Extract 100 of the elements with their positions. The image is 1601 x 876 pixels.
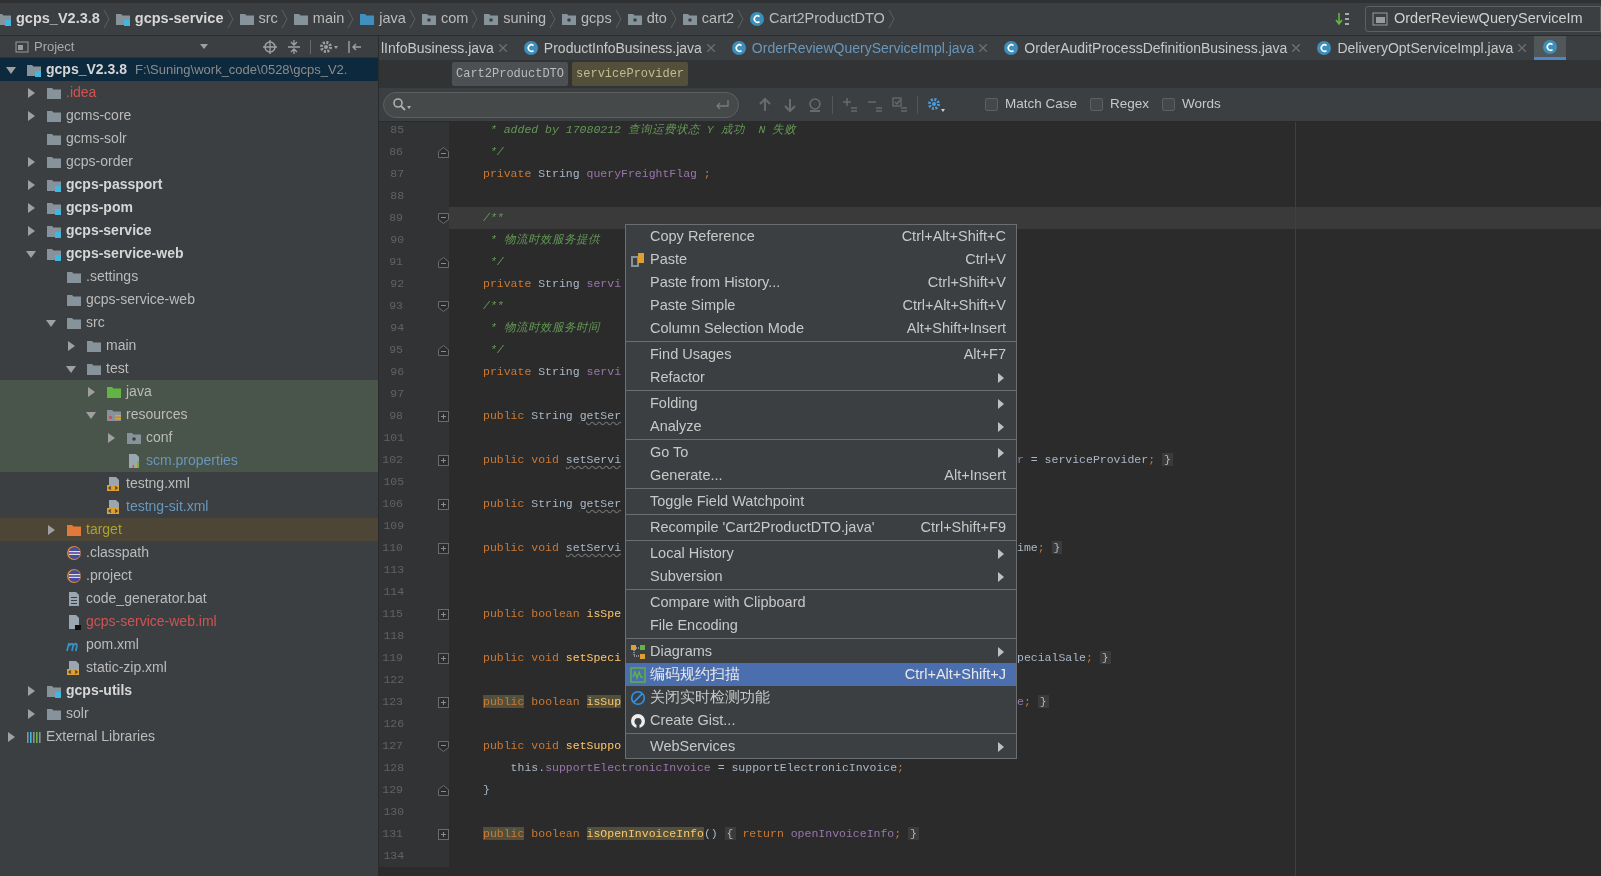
menu-item[interactable]: 编码规约扫描 Ctrl+Alt+Shift+J [626, 663, 1016, 686]
breadcrumb-item[interactable]: Cart2ProductDTO [769, 8, 885, 30]
collapsed-arrow-icon[interactable] [46, 524, 56, 535]
collapsed-arrow-icon[interactable] [26, 225, 36, 236]
menu-item[interactable]: Find Usages Alt+F7 [626, 343, 1016, 366]
checkbox[interactable] [985, 98, 998, 111]
collapsed-arrow-icon[interactable] [26, 87, 36, 98]
menu-item[interactable]: Go To [626, 441, 1016, 464]
checkbox-label[interactable]: Words [1182, 94, 1221, 115]
menu-item[interactable]: Refactor [626, 366, 1016, 389]
crosshair-icon[interactable] [262, 38, 279, 55]
tree-item-label[interactable]: gcps-pom [66, 197, 133, 218]
expanded-arrow-icon[interactable] [6, 64, 16, 75]
dropdown-caret-icon[interactable] [200, 44, 209, 49]
collapse-fold-icon[interactable] [438, 784, 449, 796]
menu-item[interactable]: Toggle Field Watchpoint [626, 490, 1016, 513]
settings-icon[interactable] [927, 96, 947, 113]
close-icon[interactable] [979, 44, 988, 52]
breadcrumb-item[interactable]: gcps_V2.3.8 [16, 8, 100, 30]
navigation-field[interactable]: OrderReviewQueryServiceIm [1365, 6, 1601, 32]
menu-item[interactable]: Create Gist... [626, 709, 1016, 732]
expand-fold-icon[interactable] [438, 608, 449, 620]
settings-icon[interactable] [319, 38, 340, 55]
breadcrumb-item[interactable]: java [379, 8, 406, 30]
close-icon[interactable] [1518, 44, 1527, 52]
tree-item-label[interactable]: gcms-solr [66, 128, 127, 149]
tree-item-label[interactable]: testng.xml [126, 473, 190, 494]
menu-item[interactable]: Paste Ctrl+V [626, 248, 1016, 271]
breadcrumb-item[interactable]: gcps-service [134, 8, 224, 30]
editor-tab[interactable]: OrderReviewQueryServiceImpl.java [722, 36, 996, 60]
tree-item-label[interactable]: java [126, 381, 152, 402]
tree-row-highlight[interactable]: gcps_V2.3.8 F:\Suning\work_code\0528\gcps_V2. [0, 58, 378, 81]
tree-item-label[interactable]: target [86, 519, 122, 540]
close-icon[interactable] [1292, 44, 1301, 52]
expand-fold-icon[interactable] [438, 454, 449, 466]
window-icon[interactable] [1372, 11, 1388, 27]
collapsed-arrow-icon[interactable] [6, 731, 16, 742]
breadcrumb-item[interactable]: com [440, 8, 469, 30]
menu-item[interactable]: Paste from History... Ctrl+Shift+V [626, 271, 1016, 294]
search-field[interactable] [383, 91, 739, 118]
editor-tab[interactable] [1534, 36, 1567, 60]
collapsed-arrow-icon[interactable] [106, 432, 116, 443]
tree-item-label[interactable]: gcps-utils [66, 680, 133, 701]
expand-fold-icon[interactable] [438, 498, 449, 510]
tree-item-label[interactable]: .classpath [86, 542, 150, 563]
collapse-fold-icon[interactable] [438, 256, 449, 268]
tree-item-label[interactable]: gcps-passport [66, 174, 163, 195]
breadcrumb-chip[interactable]: serviceProvider [572, 62, 689, 86]
editor-tab[interactable]: ProductInfoBusiness.java [514, 36, 723, 60]
tree-item-label[interactable]: gcps-order [66, 151, 133, 172]
close-icon[interactable] [498, 44, 507, 52]
expand-fold-icon[interactable] [438, 696, 449, 708]
menu-item[interactable]: Local History [626, 542, 1016, 565]
tree-item-label[interactable]: pom.xml [86, 634, 139, 655]
collapse-fold-icon[interactable] [438, 146, 449, 158]
expanded-arrow-icon[interactable] [46, 317, 56, 328]
tree-item-label[interactable]: testng-sit.xml [126, 496, 209, 517]
breadcrumb-chip[interactable]: Cart2ProductDTO [452, 62, 569, 86]
checkbox[interactable] [1162, 98, 1176, 111]
project-icon[interactable] [14, 38, 30, 55]
menu-item[interactable]: Generate... Alt+Insert [626, 464, 1016, 487]
tree-item-label[interactable]: External Libraries [46, 726, 155, 747]
hide-panel-icon[interactable] [347, 38, 364, 55]
tree-item-label[interactable]: conf [146, 427, 173, 448]
menu-item[interactable]: Analyze [626, 415, 1016, 438]
search-icon[interactable] [392, 96, 412, 113]
collapse-fold-icon[interactable] [438, 344, 449, 356]
menu-item[interactable]: Diagrams [626, 640, 1016, 663]
collapsed-arrow-icon[interactable] [26, 708, 36, 719]
close-icon[interactable] [706, 44, 715, 52]
tree-item-label[interactable]: code_generator.bat [86, 588, 207, 609]
checkbox[interactable] [1090, 98, 1104, 111]
breadcrumb-item[interactable]: main [312, 8, 345, 30]
collapsed-arrow-icon[interactable] [66, 340, 76, 351]
checkbox-label[interactable]: Regex [1110, 94, 1150, 115]
tree-row-highlight[interactable]: target [0, 518, 378, 541]
expand-fold-icon[interactable] [438, 542, 449, 554]
collapsed-arrow-icon[interactable] [26, 685, 36, 696]
collapse-all-icon[interactable] [286, 38, 303, 55]
tree-row-highlight[interactable]: java [0, 380, 378, 403]
breadcrumb-item[interactable]: gcps [581, 8, 612, 30]
tree-item-label[interactable]: resources [126, 404, 188, 425]
menu-item[interactable]: Recompile 'Cart2ProductDTO.java' Ctrl+Shift+F9 [626, 516, 1016, 539]
collapsed-arrow-icon[interactable] [86, 386, 96, 397]
editor-tab[interactable]: lInfoBusiness.java [379, 36, 515, 60]
checkbox-label[interactable]: Match Case [1005, 94, 1078, 115]
tree-item-label[interactable]: gcps_V2.3.8 [46, 59, 127, 80]
menu-item[interactable]: Folding [626, 392, 1016, 415]
panel-title[interactable]: Project [34, 36, 75, 57]
collapsed-arrow-icon[interactable] [26, 110, 36, 121]
collapse-fold-icon[interactable] [438, 300, 449, 312]
tree-item-label[interactable]: test [106, 358, 129, 379]
tree-item-label[interactable]: main [106, 335, 137, 356]
menu-item[interactable]: File Encoding [626, 614, 1016, 637]
collapse-fold-icon[interactable] [438, 212, 449, 224]
tree-item-label[interactable]: gcps-service-web [86, 289, 195, 310]
expanded-arrow-icon[interactable] [86, 409, 96, 420]
breadcrumb-item[interactable]: dto [646, 8, 667, 30]
tree-item-label[interactable]: .settings [86, 266, 139, 287]
tree-item-label[interactable]: solr [66, 703, 89, 724]
